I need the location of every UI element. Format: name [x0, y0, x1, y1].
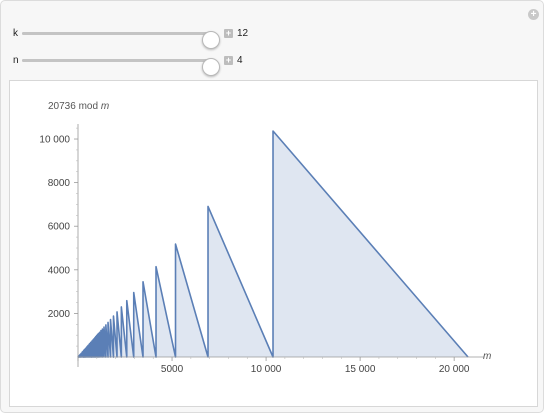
x-tick-label: 5000	[161, 364, 184, 375]
slider-k[interactable]	[22, 31, 221, 49]
plot-area: 5000 10 000 15 000 20 000 2000 4000 6000 8000 10…	[9, 80, 538, 407]
control-value-k: 12	[237, 28, 249, 39]
slider-k-fill	[22, 32, 211, 35]
x-axis-label: m	[483, 351, 491, 362]
expand-options-icon[interactable]: +	[528, 9, 539, 20]
slider-n[interactable]	[22, 58, 221, 76]
y-tick-label: 8000	[48, 178, 71, 189]
control-label-n: n	[13, 55, 19, 66]
control-value-n: 4	[237, 55, 243, 66]
y-tick-label: 6000	[48, 222, 71, 233]
slider-n-fill	[22, 59, 211, 62]
slider-n-thumb[interactable]	[202, 58, 221, 76]
y-tick-label: 2000	[48, 309, 71, 320]
slider-k-plus-icon[interactable]: +	[224, 29, 233, 38]
y-tick-label: 10 000	[39, 135, 70, 146]
y-axis-label: 20736 mod m	[48, 101, 109, 112]
control-label-k: k	[13, 28, 18, 39]
control-row-k: k + 12	[1, 26, 544, 49]
slider-n-plus-icon[interactable]: +	[224, 56, 233, 65]
x-tick-label: 15 000	[345, 364, 376, 375]
chart-svg: 5000 10 000 15 000 20 000 2000 4000 6000 8000 10…	[39, 101, 491, 375]
x-tick-label: 20 000	[439, 364, 470, 375]
control-row-n: n + 4	[1, 53, 544, 76]
x-tick-label: 10 000	[251, 364, 282, 375]
slider-k-thumb[interactable]	[202, 31, 221, 49]
y-tick-label: 4000	[48, 265, 71, 276]
manipulate-panel: + k + 12 n + 4 5000 10 000 15 000 20 000 200…	[0, 0, 544, 413]
